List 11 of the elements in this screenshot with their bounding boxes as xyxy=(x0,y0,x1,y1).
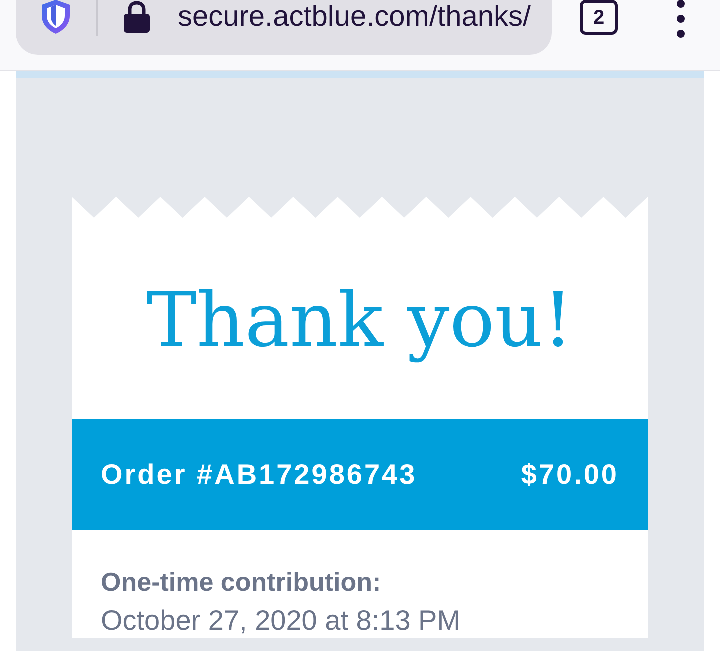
shield-icon[interactable] xyxy=(40,0,72,35)
contribution-date: October 27, 2020 at 8:13 PM xyxy=(101,604,462,638)
address-bar[interactable]: secure.actblue.com/thanks/ xyxy=(16,0,552,55)
order-number: Order #AB172986743 xyxy=(101,458,418,492)
lock-icon xyxy=(122,1,152,33)
thank-you-heading: Thank you! xyxy=(146,274,574,366)
tab-count-button[interactable]: 2 xyxy=(580,0,618,35)
url-text: secure.actblue.com/thanks/ xyxy=(178,1,532,33)
menu-icon[interactable] xyxy=(676,0,686,38)
order-amount: $70.00 xyxy=(521,458,619,492)
contribution-label: One-time contribution: xyxy=(101,566,382,598)
